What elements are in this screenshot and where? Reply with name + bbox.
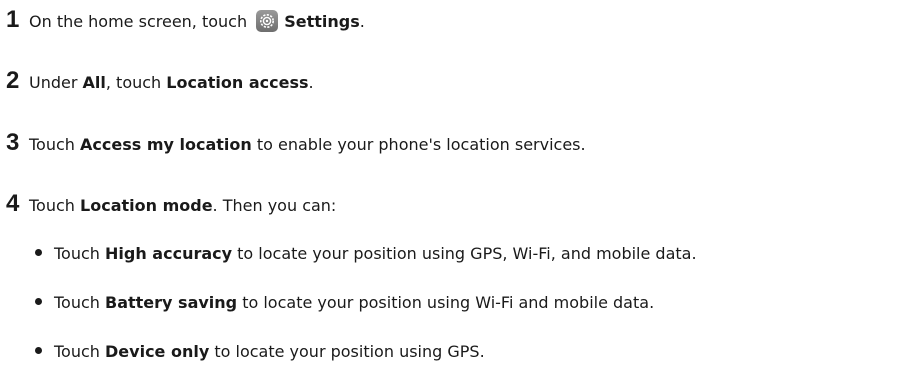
step-text-post: . Then you can: [212, 196, 337, 215]
bullet-text-pre: Touch [54, 293, 106, 312]
step-text-mid: , touch [105, 73, 167, 92]
step-text: On the home screen, touch Settings. [29, 10, 365, 32]
access-my-location-label: Access my location [80, 135, 252, 154]
step-text-pre: Touch [29, 135, 81, 154]
bullet-text-post: to locate your position using Wi-Fi and … [237, 293, 655, 312]
bullet-text: Touch High accuracy to locate your posit… [54, 244, 697, 263]
settings-label: Settings [284, 12, 360, 31]
bullet-text-pre: Touch [54, 342, 106, 361]
list-item: Touch High accuracy to locate your posit… [35, 244, 697, 263]
bullet-icon [35, 249, 42, 256]
bullet-text-post: to locate your position using GPS. [209, 342, 485, 361]
step-number: 1 [6, 6, 20, 33]
step-text-pre: On the home screen, touch [29, 12, 248, 31]
gear-icon [256, 10, 279, 32]
location-access-label: Location access [166, 73, 309, 92]
list-item: Touch Battery saving to locate your posi… [35, 293, 654, 312]
step-2: 2 Under All, touch Location access. [6, 67, 314, 95]
step-text-post: . [359, 12, 365, 31]
step-4: 4 Touch Location mode. Then you can: [6, 190, 336, 218]
step-text-pre: Under [29, 73, 83, 92]
bullet-text-post: to locate your position using GPS, Wi-Fi… [232, 244, 697, 263]
step-text-post: . [308, 73, 314, 92]
bullet-text: Touch Battery saving to locate your posi… [54, 293, 654, 312]
step-number: 4 [6, 190, 20, 217]
all-label: All [82, 73, 106, 92]
step-text: Touch Location mode. Then you can: [29, 196, 336, 215]
step-text: Touch Access my location to enable your … [29, 135, 586, 154]
bullet-icon [35, 347, 42, 354]
device-only-label: Device only [105, 342, 210, 361]
bullet-icon [35, 298, 42, 305]
step-text: Under All, touch Location access. [29, 73, 314, 92]
step-text-post: to enable your phone's location services… [251, 135, 586, 154]
step-text-pre: Touch [29, 196, 81, 215]
list-item: Touch Device only to locate your positio… [35, 342, 485, 361]
bullet-text: Touch Device only to locate your positio… [54, 342, 485, 361]
step-3: 3 Touch Access my location to enable you… [6, 129, 586, 157]
high-accuracy-label: High accuracy [105, 244, 233, 263]
step-number: 2 [6, 67, 20, 94]
step-1: 1 On the home screen, touch Settings. [6, 6, 365, 34]
location-mode-label: Location mode [80, 196, 213, 215]
step-number: 3 [6, 129, 20, 156]
bullet-text-pre: Touch [54, 244, 106, 263]
battery-saving-label: Battery saving [105, 293, 238, 312]
